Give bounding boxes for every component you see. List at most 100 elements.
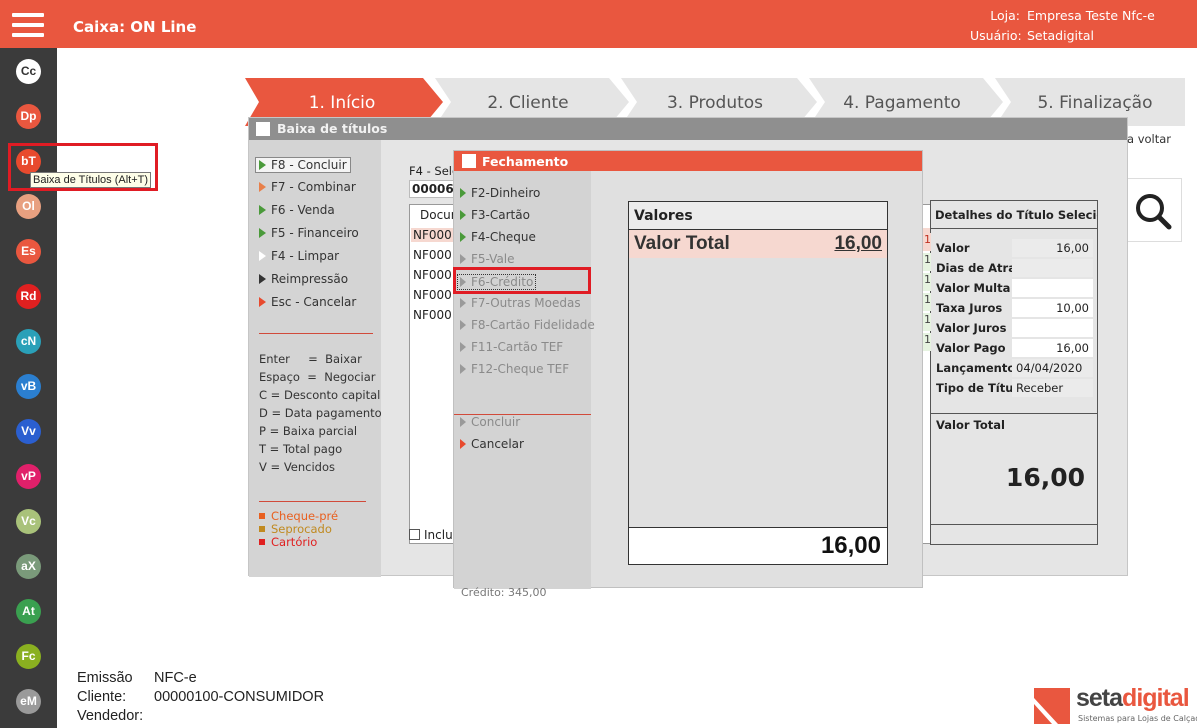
usuario-label: Usuário: (970, 28, 1022, 43)
detail-value[interactable]: 16,00 (1012, 339, 1093, 357)
arrow-right-icon (460, 254, 466, 264)
concluir-button[interactable]: Concluir (460, 415, 520, 429)
shortcut-help-6: V = Vencidos (259, 460, 335, 474)
sidebar-button-ax[interactable]: aX (16, 554, 41, 579)
sidebar-button-vb[interactable]: vB (16, 374, 41, 399)
payment-method-label: F2-Dinheiro (471, 186, 541, 200)
payment-method-1[interactable]: F3-Cartão (460, 208, 530, 222)
include-checkbox[interactable]: Inclu (409, 528, 453, 542)
header-labels: Loja: Usuário: (970, 6, 1022, 46)
valores-list (629, 258, 887, 528)
baixa-menu-label: F5 - Financeiro (271, 226, 359, 240)
detail-value: Receber (1012, 379, 1093, 397)
legend-swatch (259, 539, 265, 545)
sidebar-button-cc[interactable]: Cc (16, 59, 41, 84)
arrow-right-icon (460, 342, 466, 352)
brand-name: setadigital (1076, 684, 1190, 712)
sidebar-button-cn[interactable]: cN (16, 329, 41, 354)
legend-item-1: Seprocado (259, 522, 332, 536)
baixa-menu-label: F8 - Concluir (271, 158, 347, 172)
detalhes-valor-total: 16,00 (1005, 463, 1085, 492)
sidebar-button-vp[interactable]: vP (16, 464, 41, 489)
baixa-menu-label: F7 - Combinar (271, 180, 356, 194)
loja-value: Empresa Teste Nfc-e (1027, 8, 1155, 23)
arrow-right-icon (460, 232, 466, 242)
window-logo-icon (462, 154, 476, 168)
voltar-hint: a voltar (1127, 132, 1172, 146)
valores-bottom-total: 16,00 (820, 532, 881, 559)
arrow-right-icon (259, 251, 266, 261)
cancelar-label: Cancelar (471, 437, 524, 451)
detail-label: Taxa Juros (936, 301, 1003, 315)
payment-method-label: F8-Cartão Fidelidade (471, 318, 595, 332)
fechamento-title: Fechamento (482, 154, 569, 169)
brand-tagline: Sistemas para Lojas de Calçados (1078, 714, 1197, 723)
payment-method-0[interactable]: F2-Dinheiro (460, 186, 540, 200)
shortcut-help-2: C = Desconto capital (259, 388, 381, 402)
detail-value[interactable] (1012, 279, 1093, 297)
setadigital-logo: setadigital Sistemas para Lojas de Calça… (1030, 684, 1197, 728)
payment-method-8[interactable]: F12-Cheque TEF (460, 362, 569, 376)
baixa-menu-item-0[interactable]: F8 - Concluir (255, 157, 351, 173)
detail-label: Valor Multa (936, 281, 1011, 295)
loja-label: Loja: (990, 8, 1020, 23)
sidebar-button-es[interactable]: Es (16, 239, 41, 264)
payment-methods-panel: Concluir Cancelar Crédito: 345,00 F2-Din… (454, 171, 595, 599)
baixa-menu-label: F4 - Limpar (271, 249, 340, 263)
arrow-right-icon (259, 297, 266, 307)
valor-total-label: Valor Total (634, 233, 730, 254)
sidebar-button-vc[interactable]: Vc (16, 509, 41, 534)
detail-value[interactable]: 10,00 (1012, 299, 1093, 317)
credito-balance: Crédito: 345,00 (461, 586, 547, 599)
shortcut-help-4: P = Baixa parcial (259, 424, 358, 438)
detail-value[interactable] (1012, 319, 1093, 337)
payment-method-5[interactable]: F7-Outras Moedas (460, 296, 581, 310)
payment-method-label: F7-Outras Moedas (471, 296, 581, 310)
baixa-menu-item-2[interactable]: F6 - Venda (259, 203, 335, 217)
shortcut-help-1: Espaço = Negociar (259, 370, 376, 384)
sidebar-button-ol[interactable]: Ol (16, 194, 41, 219)
shortcut-help-5: T = Total pago (259, 442, 343, 456)
sidebar-button-vv[interactable]: Vv (16, 419, 41, 444)
sidebar-button-at[interactable]: At (16, 599, 41, 624)
cancelar-button[interactable]: Cancelar (460, 437, 524, 451)
arrow-right-icon (460, 320, 466, 330)
payment-method-7[interactable]: F11-Cartão TEF (460, 340, 563, 354)
cliente-value: 00000100-CONSUMIDOR (154, 689, 325, 705)
baixa-menu-item-1[interactable]: F7 - Combinar (259, 180, 356, 194)
shortcut-help-3: D = Data pagamento (259, 406, 382, 420)
payment-method-6[interactable]: F8-Cartão Fidelidade (460, 318, 595, 332)
arrow-right-icon (460, 210, 466, 220)
arrow-right-icon (460, 298, 466, 308)
valor-total-row: Valor Total 16,00 (629, 230, 887, 258)
payment-method-label: F5-Vale (471, 252, 515, 266)
legend-divider (259, 501, 366, 502)
arrow-right-icon (259, 182, 266, 192)
highlight-box-credito (453, 267, 591, 294)
sidebar-button-dp[interactable]: Dp (16, 104, 41, 129)
detalhes-titulo-panel: Detalhes do Título Selecionado Valor Tot… (921, 200, 1098, 545)
baixa-menu-item-5[interactable]: Reimpressão (259, 272, 348, 286)
sidebar-button-em[interactable]: eM (16, 689, 41, 714)
sidebar-button-rd[interactable]: Rd (16, 284, 41, 309)
payment-method-label: F12-Cheque TEF (471, 362, 570, 376)
detail-label: Valor Pago (936, 341, 1006, 355)
sidebar-button-fc[interactable]: Fc (16, 644, 41, 669)
detail-label: Lançamento (936, 361, 1016, 375)
usuario-value: Setadigital (1027, 28, 1095, 43)
baixa-menu-item-3[interactable]: F5 - Financeiro (259, 226, 359, 240)
legend-item-2: Cartório (259, 535, 317, 549)
legend-item-0: Cheque-pré (259, 509, 338, 523)
payment-method-3[interactable]: F5-Vale (460, 252, 515, 266)
shortcut-help-0: Enter = Baixar (259, 352, 362, 366)
window-logo-icon (256, 122, 270, 136)
baixa-menu-panel: F8 - Concluir F7 - Combinar F6 - Venda F5 -… (249, 140, 382, 577)
emissao-label: Emissão (77, 670, 133, 686)
hamburger-menu-icon[interactable] (12, 13, 44, 37)
baixa-menu-label: F6 - Venda (271, 203, 335, 217)
legend-swatch (259, 526, 265, 532)
payment-method-2[interactable]: F4-Cheque (460, 230, 536, 244)
app-title: Caixa: ON Line (73, 18, 197, 36)
baixa-menu-item-6[interactable]: Esc - Cancelar (259, 295, 356, 309)
baixa-menu-item-4[interactable]: F4 - Limpar (259, 249, 339, 263)
